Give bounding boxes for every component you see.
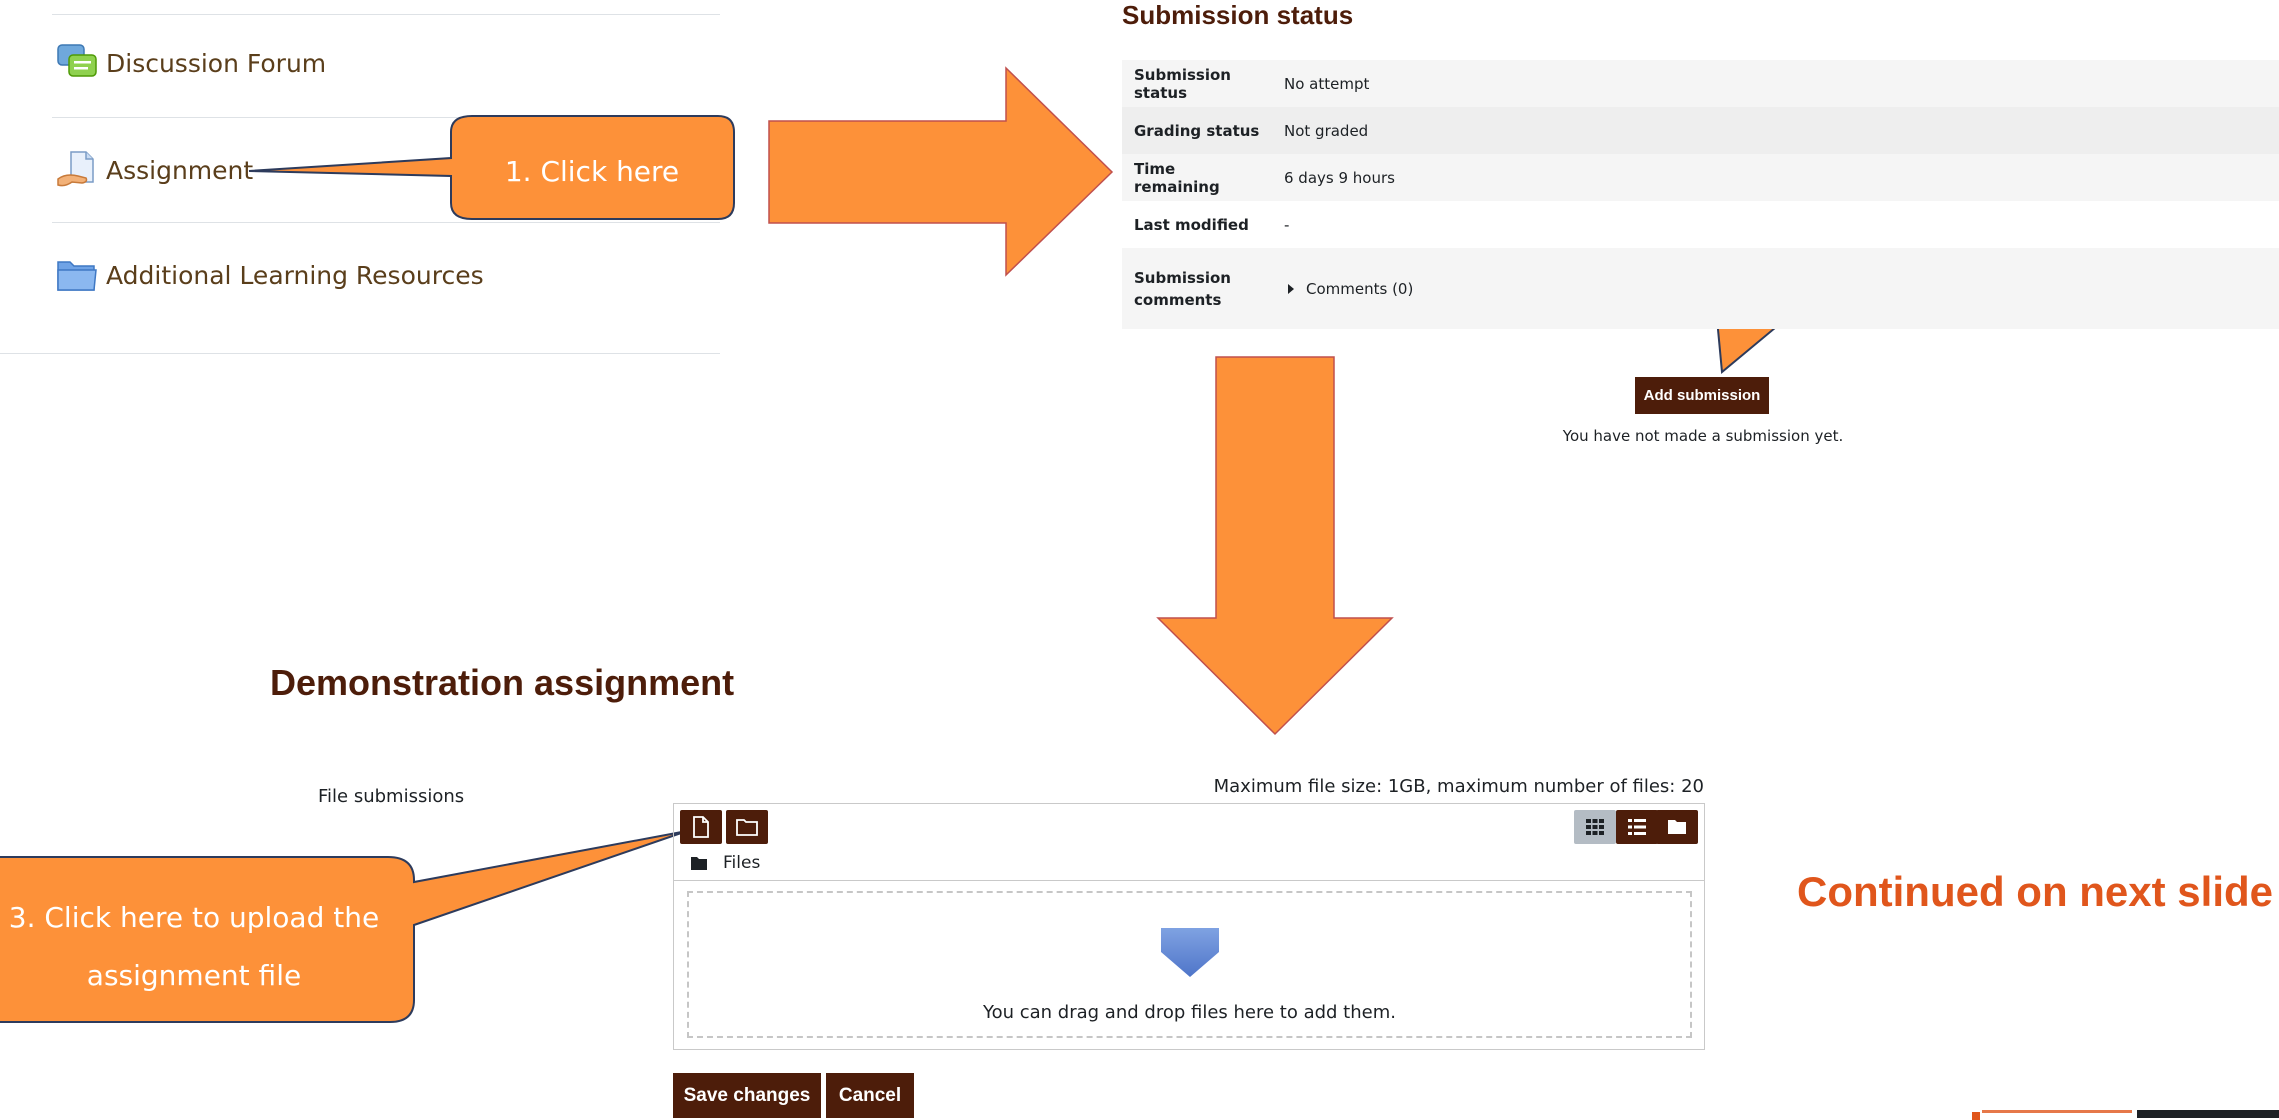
row-value: 6 days 9 hours <box>1284 168 1395 187</box>
path-label[interactable]: Files <box>723 853 760 873</box>
submission-status-table: Submission status No attempt Grading sta… <box>1122 60 2279 329</box>
file-picker: Files You can drag and drop files here t… <box>673 803 1705 1050</box>
row-key: Time remaining <box>1134 159 1220 196</box>
file-limits-text: Maximum file size: 1GB, maximum number o… <box>1213 776 1704 797</box>
path-divider <box>674 880 1704 881</box>
cancel-button[interactable]: Cancel <box>826 1073 914 1118</box>
submission-status-heading: Submission status <box>1122 0 1354 30</box>
file-submissions-label: File submissions <box>318 786 465 807</box>
continued-text: Continued on next slide <box>1797 868 2274 915</box>
row-value: Comments (0) <box>1272 248 2279 329</box>
dropzone-text: You can drag and drop files here to add … <box>983 1002 1396 1023</box>
row-key-line1: Submission <box>1134 268 1231 287</box>
file-icon <box>693 816 709 838</box>
add-submission-button[interactable]: Add submission <box>1635 377 1769 414</box>
callout-1-text: 1. Click here <box>504 155 680 188</box>
folder-outline-icon <box>736 819 758 836</box>
row-key: Grading status <box>1134 121 1260 140</box>
table-row: Last modified - <box>1122 201 2279 248</box>
path-bar: Files <box>674 848 1704 878</box>
down-arrow-shape <box>1156 356 1394 736</box>
view-tree-button[interactable] <box>1656 810 1698 844</box>
file-dropzone[interactable]: You can drag and drop files here to add … <box>687 891 1692 1038</box>
callout-3-text-line2: assignment file <box>86 959 302 992</box>
save-changes-button[interactable]: Save changes <box>673 1073 821 1118</box>
table-row: Submission status No attempt <box>1122 60 2279 107</box>
comments-link[interactable]: Comments (0) <box>1306 280 1413 298</box>
folder-icon <box>691 856 707 870</box>
table-row: Time remaining 6 days 9 hours <box>1122 154 2279 201</box>
callout-3-text-line1: 3. Click here to upload the <box>8 901 380 934</box>
table-row: Grading status Not graded <box>1122 107 2279 154</box>
table-row: Submission comments Comments (0) <box>1122 248 2279 329</box>
row-key: Last modified <box>1134 215 1249 234</box>
add-file-button[interactable] <box>680 810 722 844</box>
row-value: No attempt <box>1284 74 1370 93</box>
row-key-line2: comments <box>1134 290 1222 309</box>
brand-logo <box>1972 1110 2279 1120</box>
view-list-button[interactable] <box>1616 810 1658 844</box>
caret-right-icon <box>1288 283 1294 294</box>
row-key: Submission status <box>1134 65 1231 102</box>
row-key: Submission comments <box>1122 248 1272 329</box>
grid-icon <box>1586 819 1604 835</box>
right-arrow-shape <box>768 66 1114 277</box>
assignment-title: Demonstration assignment <box>270 662 735 703</box>
row-value: - <box>1284 215 1290 234</box>
create-folder-button[interactable] <box>726 810 768 844</box>
no-submission-note: You have not made a submission yet. <box>1562 427 1844 445</box>
list-icon <box>1628 819 1646 835</box>
download-arrow-icon <box>1161 928 1219 977</box>
row-value: Not graded <box>1284 121 1369 140</box>
comments-toggle[interactable]: Comments (0) <box>1284 280 1413 298</box>
folder-icon <box>1668 820 1686 834</box>
view-icons-button[interactable] <box>1574 810 1616 844</box>
